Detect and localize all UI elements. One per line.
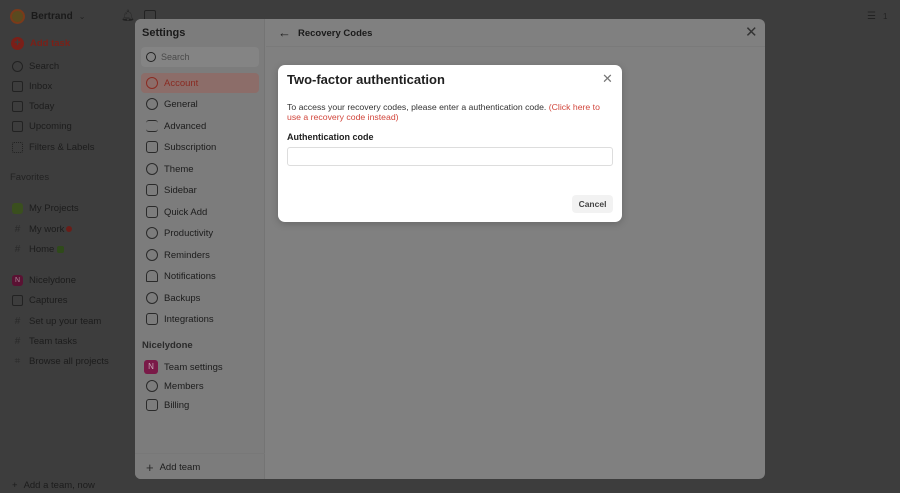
- add-team-bottom[interactable]: + Add a team, now: [12, 477, 95, 493]
- hash-icon: #: [14, 223, 21, 235]
- team-tasks[interactable]: # Team tasks: [12, 333, 77, 349]
- nav-search[interactable]: Search: [12, 58, 59, 74]
- back-arrow-icon[interactable]: ←: [278, 25, 291, 40]
- wallet-icon: [146, 141, 158, 153]
- settings-divider: [135, 453, 265, 454]
- search-icon: [146, 52, 156, 62]
- close-icon[interactable]: ✕: [602, 71, 613, 87]
- settings-title: Settings: [142, 27, 186, 39]
- sidebar-icon: [146, 184, 158, 196]
- project-icon: [12, 202, 23, 214]
- settings-members[interactable]: Members: [141, 376, 259, 396]
- add-task-button[interactable]: + Add task: [11, 35, 70, 51]
- user-menu[interactable]: Bertrand ⌄: [10, 9, 85, 24]
- sliders-icon: [146, 120, 158, 132]
- menu-icon[interactable]: ☰: [867, 11, 876, 22]
- cloud-upload-icon: [146, 292, 158, 304]
- settings-team-heading: Nicelydone: [142, 340, 193, 351]
- settings-subscription[interactable]: Subscription: [141, 137, 259, 157]
- search-icon: [12, 60, 23, 72]
- settings-productivity[interactable]: Productivity: [141, 223, 259, 243]
- folder-icon: [12, 294, 23, 306]
- settings-sidebar[interactable]: Sidebar: [141, 180, 259, 200]
- gear-icon: [146, 98, 158, 110]
- productivity-icon: [146, 227, 158, 239]
- search-input[interactable]: Search: [161, 52, 190, 62]
- settings-quick-add[interactable]: Quick Add: [141, 202, 259, 222]
- browse-icon: ⌗: [14, 355, 21, 367]
- settings-account[interactable]: Account: [141, 73, 259, 93]
- dialog-description: To access your recovery codes, please en…: [287, 102, 600, 122]
- quick-add-icon: [146, 206, 158, 218]
- bell-icon[interactable]: 🔔︎: [121, 9, 135, 22]
- user-name: Bertrand: [31, 11, 73, 22]
- favorite-my-work[interactable]: # My work: [12, 221, 73, 237]
- bell-icon: [146, 270, 158, 282]
- hash-icon: #: [14, 243, 21, 255]
- settings-billing[interactable]: Billing: [141, 395, 259, 415]
- dialog-title: Two-factor authentication: [287, 72, 445, 87]
- settings-reminders[interactable]: Reminders: [141, 245, 259, 265]
- hash-icon: #: [14, 315, 21, 327]
- calendar-icon: [12, 100, 23, 112]
- emoji-icon: [66, 226, 73, 232]
- team-setup[interactable]: # Set up your team: [12, 313, 102, 329]
- palette-icon: [146, 163, 158, 175]
- hash-icon: #: [14, 335, 21, 347]
- settings-general[interactable]: General: [141, 94, 259, 114]
- settings-integrations[interactable]: Integrations: [141, 309, 259, 329]
- header-divider: [266, 46, 765, 47]
- favorite-home[interactable]: # Home: [12, 241, 65, 257]
- members-icon: [146, 380, 158, 392]
- calendar-grid-icon: [12, 120, 23, 132]
- page-title: Recovery Codes: [298, 28, 373, 39]
- plus-icon: +: [12, 479, 18, 491]
- settings-advanced[interactable]: Advanced: [141, 116, 259, 136]
- settings-nav: Settings Search Account General Advanced…: [135, 19, 265, 479]
- favorite-my-projects[interactable]: My Projects: [12, 200, 79, 216]
- settings-search[interactable]: Search: [141, 47, 259, 67]
- inbox-icon: [12, 80, 23, 92]
- settings-team-settings[interactable]: N Team settings: [139, 357, 257, 377]
- team-captures[interactable]: Captures: [12, 292, 68, 308]
- nav-today[interactable]: Today: [12, 98, 54, 114]
- browse-projects[interactable]: ⌗ Browse all projects: [12, 353, 109, 369]
- filters-icon: [12, 141, 23, 153]
- auth-code-label: Authentication code: [287, 132, 374, 142]
- plus-circle-icon: +: [11, 36, 24, 50]
- auth-code-input[interactable]: [287, 147, 613, 166]
- two-factor-dialog: Two-factor authentication ✕ To access yo…: [278, 65, 622, 222]
- close-icon[interactable]: ✕: [745, 23, 758, 41]
- add-team-button[interactable]: + Add team: [141, 457, 259, 477]
- plus-icon: +: [146, 459, 154, 475]
- alarm-icon: [146, 249, 158, 261]
- nav-filters-labels[interactable]: Filters & Labels: [12, 139, 94, 155]
- nav-upcoming[interactable]: Upcoming: [12, 118, 72, 134]
- user-icon: [146, 77, 158, 89]
- wallet-icon: [146, 399, 158, 411]
- team-avatar: N: [144, 360, 158, 374]
- settings-theme[interactable]: Theme: [141, 159, 259, 179]
- plant-emoji-icon: [57, 245, 65, 253]
- settings-notifications[interactable]: Notifications: [141, 266, 259, 286]
- notification-count: 1: [883, 12, 888, 21]
- puzzle-icon: [146, 313, 158, 325]
- settings-backups[interactable]: Backups: [141, 288, 259, 308]
- favorites-heading[interactable]: Favorites: [10, 169, 49, 185]
- avatar: [10, 9, 25, 24]
- nav-inbox[interactable]: Inbox: [12, 78, 52, 94]
- chevron-down-icon: ⌄: [78, 12, 86, 21]
- team-nicelydone[interactable]: N Nicelydone: [12, 272, 76, 288]
- cancel-button[interactable]: Cancel: [572, 195, 613, 213]
- team-avatar: N: [12, 274, 23, 286]
